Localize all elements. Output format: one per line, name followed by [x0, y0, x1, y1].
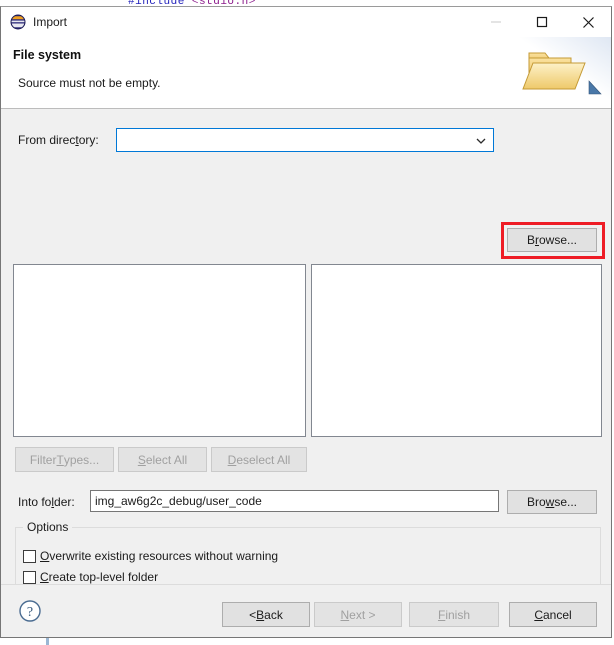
svg-text:?: ? — [27, 605, 33, 620]
checkbox-create-top-level-folder[interactable]: Create top-level folder — [23, 570, 158, 584]
browse-source-button[interactable]: Br owse... — [507, 228, 597, 252]
from-directory-row: From directory: — [1, 123, 613, 159]
next-button[interactable]: Next > — [314, 602, 402, 627]
header-graphic — [507, 37, 611, 108]
close-button[interactable] — [565, 7, 611, 37]
cancel-button[interactable]: Cancel — [509, 602, 597, 627]
page-title: File system — [13, 48, 82, 62]
open-folder-icon — [507, 37, 611, 108]
minimize-button[interactable] — [473, 7, 519, 37]
minimize-icon — [491, 21, 501, 23]
deselect-all-button[interactable]: Deselect All — [211, 447, 307, 472]
source-tree-pane[interactable] — [13, 264, 306, 437]
close-icon — [582, 16, 594, 28]
into-folder-label: Into folder: — [18, 495, 75, 509]
into-folder-value[interactable]: img_aw6g2c_debug/user_code — [95, 494, 262, 508]
filter-types-button[interactable]: Filter Types... — [15, 447, 114, 472]
wizard-header: File system Source must not be empty. — [1, 37, 611, 109]
dialog-body: From directory: Br owse... Filter Types..… — [1, 109, 613, 621]
options-group-legend: Options — [23, 520, 73, 534]
import-dialog: Import File system Source must not be em… — [0, 6, 612, 638]
maximize-icon — [536, 16, 548, 28]
maximize-button[interactable] — [519, 7, 565, 37]
from-directory-label: From directory: — [18, 133, 99, 147]
checkbox-overwrite-existing-resources[interactable]: Overwrite existing resources without war… — [23, 549, 278, 563]
help-icon[interactable]: ? — [18, 599, 42, 623]
finish-button[interactable]: Finish — [409, 602, 499, 627]
from-directory-combo[interactable] — [116, 128, 494, 152]
page-message: Source must not be empty. — [18, 76, 161, 90]
checkbox-label: Create top-level folder — [40, 570, 159, 584]
window-controls — [473, 7, 611, 37]
checkbox-box[interactable] — [23, 570, 36, 584]
title-bar[interactable]: Import — [1, 7, 611, 37]
eclipse-icon — [10, 14, 26, 30]
source-files-pane[interactable] — [311, 264, 602, 437]
window-title: Import — [33, 15, 68, 29]
checkbox-label: Overwrite existing resources without war… — [40, 549, 279, 563]
browse-destination-button[interactable]: Bro w se... — [507, 490, 597, 514]
back-button[interactable]: < Back — [222, 602, 310, 627]
chevron-down-icon[interactable] — [475, 136, 487, 146]
select-all-button[interactable]: Select All — [118, 447, 207, 472]
checkbox-box[interactable] — [23, 549, 36, 563]
into-folder-field[interactable]: img_aw6g2c_debug/user_code — [90, 490, 499, 512]
